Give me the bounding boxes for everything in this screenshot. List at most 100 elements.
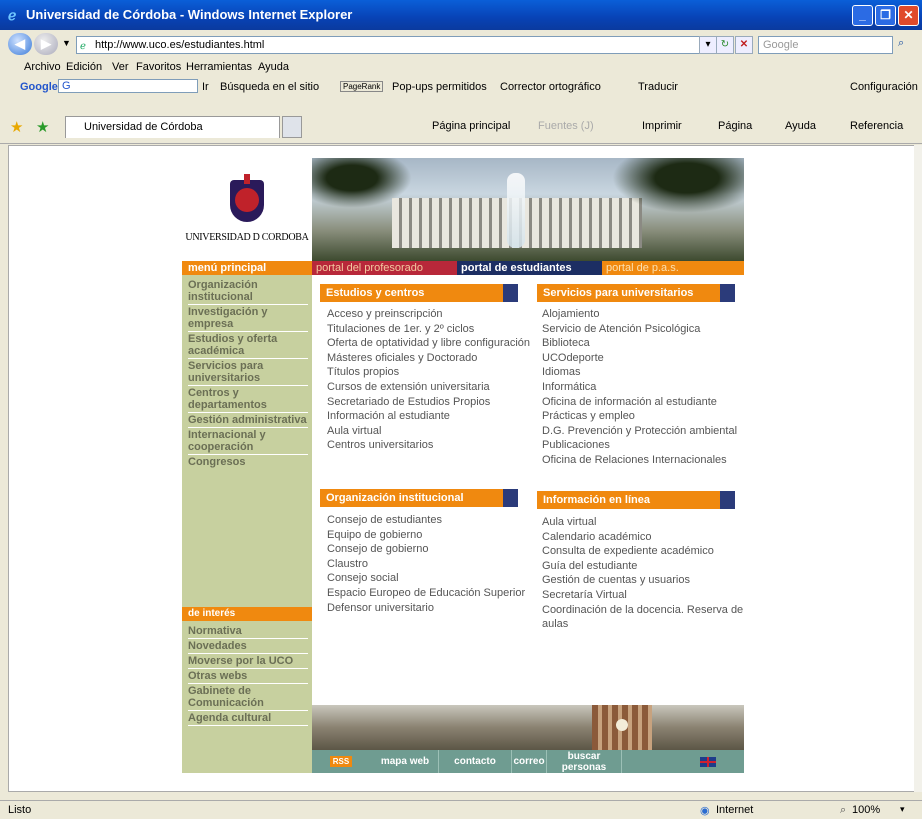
interest-item-otras-webs[interactable]: Otras webs: [188, 670, 308, 684]
link-guia[interactable]: Guía del estudiante: [542, 559, 743, 574]
link-informacion-estudiante[interactable]: Información al estudiante: [327, 409, 530, 424]
link-equipo-gobierno[interactable]: Equipo de gobierno: [327, 528, 525, 543]
forward-button[interactable]: ▶: [34, 33, 58, 55]
footer-contacto[interactable]: contacto: [439, 750, 512, 773]
link-informatica[interactable]: Informática: [542, 380, 737, 395]
link-idiomas[interactable]: Idiomas: [542, 365, 737, 380]
link-calendario[interactable]: Calendario académico: [542, 530, 743, 545]
menu-item-organizacion[interactable]: Organización institucional: [188, 279, 308, 305]
link-expediente[interactable]: Consulta de expediente académico: [542, 544, 743, 559]
reference-button[interactable]: Referencia: [850, 120, 903, 132]
link-cursos-extension[interactable]: Cursos de extensión universitaria: [327, 380, 530, 395]
link-coordinacion-aulas[interactable]: aulas: [542, 617, 743, 632]
feeds-button[interactable]: Fuentes (J): [538, 120, 594, 132]
menu-favoritos[interactable]: Favoritos: [136, 61, 181, 73]
menu-ayuda[interactable]: Ayuda: [258, 61, 289, 73]
link-psicologica[interactable]: Servicio de Atención Psicológica: [542, 322, 737, 337]
new-tab-button[interactable]: [282, 116, 302, 138]
stop-icon[interactable]: ✕: [735, 36, 753, 54]
page-menu-button[interactable]: Página: [718, 120, 752, 132]
link-consejo-estudiantes[interactable]: Consejo de estudiantes: [327, 513, 525, 528]
menu-item-centros[interactable]: Centros y departamentos: [188, 387, 308, 413]
menu-archivo[interactable]: Archivo: [24, 61, 61, 73]
link-cuentas[interactable]: Gestión de cuentas y usuarios: [542, 573, 743, 588]
vertical-scrollbar[interactable]: [914, 145, 922, 792]
link-secretaria-virtual[interactable]: Secretaría Virtual: [542, 588, 743, 603]
link-claustro[interactable]: Claustro: [327, 557, 525, 572]
link-titulos-propios[interactable]: Títulos propios: [327, 365, 530, 380]
link-prevencion[interactable]: D.G. Prevención y Protección ambiental: [542, 424, 737, 439]
link-centros[interactable]: Centros universitarios: [327, 438, 530, 453]
tab-portal-estudiantes[interactable]: portal de estudiantes: [457, 261, 602, 275]
link-eees[interactable]: Espacio Europeo de Educación Superior: [327, 586, 525, 601]
uco-logo[interactable]: UNIVERSIDAD D CORDOBA: [182, 158, 312, 261]
pagerank-indicator[interactable]: PageRank: [340, 81, 384, 92]
menu-item-gestion[interactable]: Gestión administrativa: [188, 414, 308, 428]
menu-edicion[interactable]: Edición: [66, 61, 102, 73]
footer-mapa-web[interactable]: mapa web: [372, 750, 439, 773]
link-oficina-informacion[interactable]: Oficina de información al estudiante: [542, 395, 737, 410]
menu-herramientas[interactable]: Herramientas: [186, 61, 252, 73]
uk-flag-icon[interactable]: [700, 757, 716, 767]
interest-item-moverse[interactable]: Moverse por la UCO: [188, 655, 308, 669]
menu-item-estudios[interactable]: Estudios y oferta académica: [188, 333, 308, 359]
maximize-button[interactable]: ❐: [875, 5, 896, 26]
link-aula-virtual-online[interactable]: Aula virtual: [542, 515, 743, 530]
link-alojamiento[interactable]: Alojamiento: [542, 307, 737, 322]
zoom-dropdown-icon[interactable]: ▾: [900, 804, 905, 815]
menu-item-servicios[interactable]: Servicios para universitarios: [188, 360, 308, 386]
browser-tab[interactable]: Universidad de Córdoba: [65, 116, 280, 138]
footer-buscar-personas[interactable]: buscar personas: [547, 750, 622, 773]
link-masteres[interactable]: Másteres oficiales y Doctorado: [327, 351, 530, 366]
address-input[interactable]: ℯ http://www.uco.es/estudiantes.html: [76, 36, 706, 54]
link-consejo-social[interactable]: Consejo social: [327, 571, 525, 586]
interest-item-novedades[interactable]: Novedades: [188, 640, 308, 654]
search-icon[interactable]: ⌕: [898, 37, 904, 50]
spellcheck-button[interactable]: Corrector ortográfico: [500, 81, 601, 93]
help-menu-button[interactable]: Ayuda: [785, 120, 816, 132]
translate-button[interactable]: Traducir: [638, 81, 678, 93]
popups-button[interactable]: Pop-ups permitidos: [392, 81, 487, 93]
tab-portal-profesorado[interactable]: portal del profesorado: [312, 261, 457, 275]
refresh-icon[interactable]: ↻: [716, 36, 734, 54]
google-ir-button[interactable]: Ir: [202, 81, 209, 93]
history-dropdown-icon[interactable]: ▼: [62, 38, 71, 48]
link-defensor[interactable]: Defensor universitario: [327, 601, 525, 616]
settings-button[interactable]: Configuración: [850, 81, 918, 93]
home-button[interactable]: Página principal: [432, 120, 510, 132]
link-ucodeporte[interactable]: UCOdeporte: [542, 351, 737, 366]
menu-item-internacional[interactable]: Internacional y cooperación: [188, 429, 308, 455]
back-button[interactable]: ◀: [8, 33, 32, 55]
print-button[interactable]: Imprimir: [642, 120, 682, 132]
link-secretariado[interactable]: Secretariado de Estudios Propios: [327, 395, 530, 410]
bottom-image: [312, 705, 744, 750]
footer-correo[interactable]: correo: [512, 750, 547, 773]
tab-portal-pas[interactable]: portal de p.a.s.: [602, 261, 744, 275]
interest-item-gabinete[interactable]: Gabinete de Comunicación: [188, 685, 308, 711]
link-biblioteca[interactable]: Biblioteca: [542, 336, 737, 351]
link-optatividad[interactable]: Oferta de optatividad y libre configurac…: [327, 336, 530, 351]
link-relaciones-internacionales[interactable]: Oficina de Relaciones Internacionales: [542, 453, 737, 468]
link-publicaciones[interactable]: Publicaciones: [542, 438, 737, 453]
link-acceso[interactable]: Acceso y preinscripción: [327, 307, 530, 322]
menu-item-investigacion[interactable]: Investigación y empresa: [188, 306, 308, 332]
busqueda-sitio-button[interactable]: Búsqueda en el sitio: [220, 81, 319, 93]
add-favorite-icon[interactable]: ★: [36, 118, 49, 136]
interest-item-agenda[interactable]: Agenda cultural: [188, 712, 308, 726]
menu-ver[interactable]: Ver: [112, 61, 129, 73]
link-coordinacion[interactable]: Coordinación de la docencia. Reserva de: [542, 603, 743, 618]
minimize-button[interactable]: _: [852, 5, 873, 26]
favorites-star-icon[interactable]: ★: [10, 118, 23, 136]
search-input[interactable]: Google: [758, 36, 893, 54]
window-titlebar: ℯ Universidad de Córdoba - Windows Inter…: [0, 0, 922, 30]
link-aula-virtual[interactable]: Aula virtual: [327, 424, 530, 439]
link-consejo-gobierno[interactable]: Consejo de gobierno: [327, 542, 525, 557]
close-button[interactable]: ✕: [898, 5, 919, 26]
link-titulaciones[interactable]: Titulaciones de 1er. y 2º ciclos: [327, 322, 530, 337]
zoom-level[interactable]: 100%: [852, 804, 880, 816]
interest-item-normativa[interactable]: Normativa: [188, 625, 308, 639]
google-search-field[interactable]: G: [58, 79, 198, 93]
menu-item-congresos[interactable]: Congresos: [188, 456, 308, 469]
address-dropdown-icon[interactable]: ▾: [699, 36, 717, 54]
link-practicas[interactable]: Prácticas y empleo: [542, 409, 737, 424]
